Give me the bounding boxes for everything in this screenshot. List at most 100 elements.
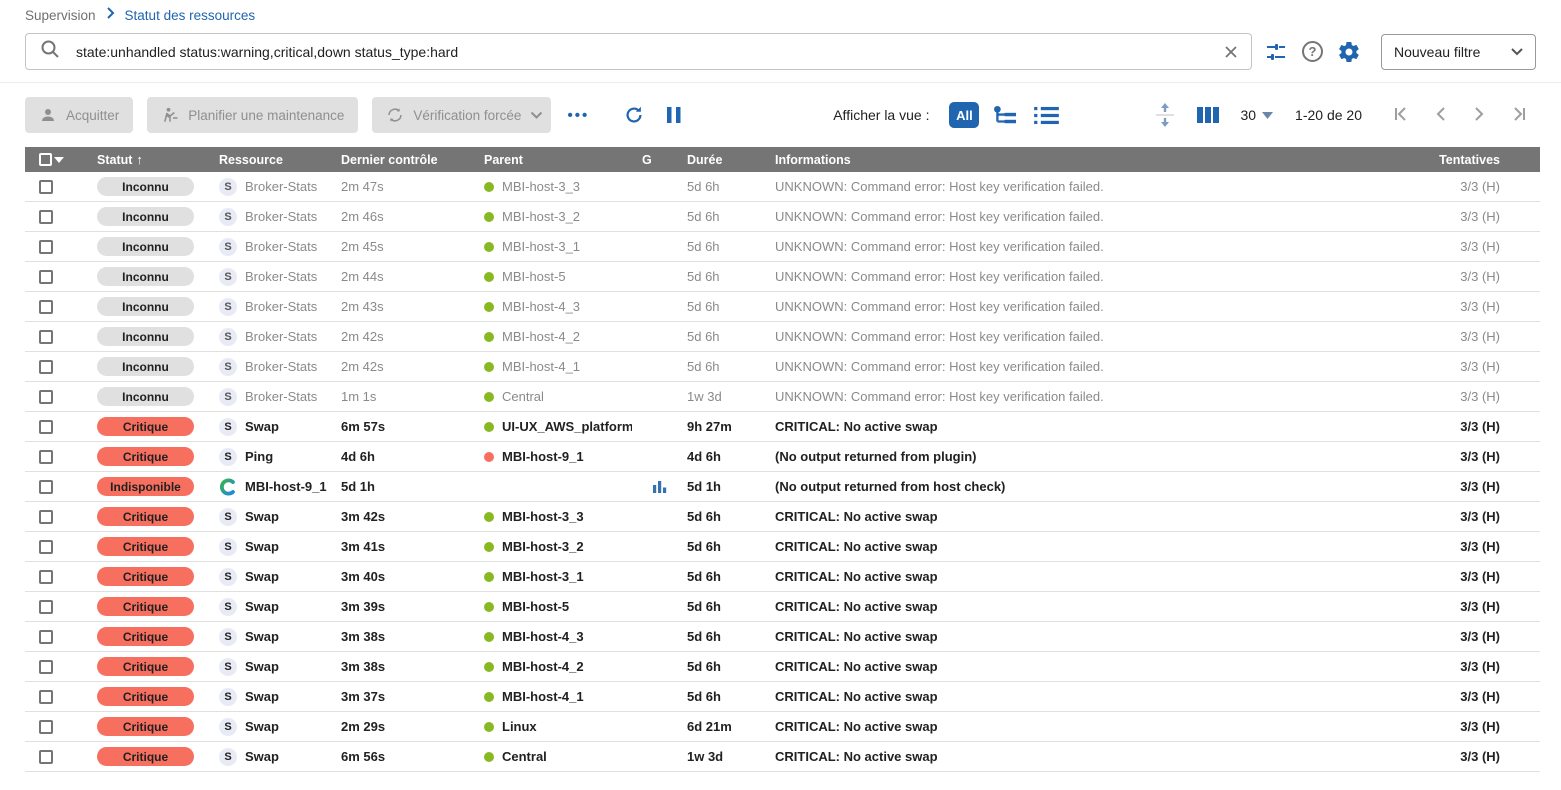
next-page-icon[interactable] bbox=[1460, 102, 1498, 129]
table-row[interactable]: CritiqueSSwap2m 29sLinux6d 21mCRITICAL: … bbox=[25, 712, 1540, 742]
settings-gear-icon[interactable] bbox=[1335, 38, 1363, 66]
header-tries[interactable]: Tentatives bbox=[1410, 153, 1540, 167]
first-page-icon[interactable] bbox=[1380, 102, 1422, 129]
refresh-icon[interactable] bbox=[621, 102, 647, 128]
resource-name[interactable]: Broker-Stats bbox=[245, 299, 317, 314]
tune-filter-icon[interactable] bbox=[1262, 38, 1290, 66]
resource-name[interactable]: Broker-Stats bbox=[245, 209, 317, 224]
table-row[interactable]: CritiqueSSwap6m 56sCentral1w 3dCRITICAL:… bbox=[25, 742, 1540, 772]
table-row[interactable]: CritiqueSSwap3m 37sMBI-host-4_15d 6hCRIT… bbox=[25, 682, 1540, 712]
header-resource[interactable]: Ressource bbox=[209, 153, 331, 167]
row-checkbox[interactable] bbox=[39, 270, 53, 284]
row-checkbox[interactable] bbox=[39, 630, 53, 644]
view-all-button[interactable]: All bbox=[949, 102, 979, 128]
resource-name[interactable]: Broker-Stats bbox=[245, 389, 317, 404]
table-row[interactable]: CritiqueSSwap3m 41sMBI-host-3_25d 6hCRIT… bbox=[25, 532, 1540, 562]
resource-name[interactable]: Swap bbox=[245, 629, 279, 644]
table-row[interactable]: CritiqueSSwap6m 57sUI-UX_AWS_platform9h … bbox=[25, 412, 1540, 442]
resource-name[interactable]: Swap bbox=[245, 719, 279, 734]
resource-name[interactable]: Swap bbox=[245, 509, 279, 524]
resource-name[interactable]: Swap bbox=[245, 569, 279, 584]
table-row[interactable]: CritiqueSPing4d 6hMBI-host-9_14d 6h(No o… bbox=[25, 442, 1540, 472]
table-row[interactable]: InconnuSBroker-Stats2m 45sMBI-host-3_15d… bbox=[25, 232, 1540, 262]
parent-name[interactable]: MBI-host-5 bbox=[502, 269, 566, 284]
row-density-icon[interactable] bbox=[1152, 100, 1178, 130]
table-row[interactable]: CritiqueSSwap3m 38sMBI-host-4_35d 6hCRIT… bbox=[25, 622, 1540, 652]
row-checkbox[interactable] bbox=[39, 660, 53, 674]
resource-name[interactable]: Swap bbox=[245, 749, 279, 764]
row-checkbox[interactable] bbox=[39, 450, 53, 464]
header-last-check[interactable]: Dernier contrôle bbox=[331, 153, 474, 167]
table-row[interactable]: InconnuSBroker-Stats2m 42sMBI-host-4_15d… bbox=[25, 352, 1540, 382]
prev-page-icon[interactable] bbox=[1422, 102, 1460, 129]
columns-icon[interactable] bbox=[1194, 103, 1222, 127]
header-parent[interactable]: Parent bbox=[474, 153, 632, 167]
saved-filter-select[interactable]: Nouveau filtre bbox=[1381, 34, 1536, 70]
help-icon[interactable]: ? bbox=[1300, 39, 1325, 64]
parent-name[interactable]: MBI-host-4_3 bbox=[502, 299, 580, 314]
resource-name[interactable]: Swap bbox=[245, 419, 279, 434]
header-status[interactable]: Statut ↑ bbox=[87, 152, 209, 167]
parent-name[interactable]: MBI-host-3_1 bbox=[502, 239, 580, 254]
header-information[interactable]: Informations bbox=[765, 153, 1410, 167]
resource-name[interactable]: Swap bbox=[245, 689, 279, 704]
table-row[interactable]: CritiqueSSwap3m 40sMBI-host-3_15d 6hCRIT… bbox=[25, 562, 1540, 592]
pause-icon[interactable] bbox=[663, 103, 685, 127]
parent-name[interactable]: MBI-host-3_2 bbox=[502, 209, 580, 224]
row-checkbox[interactable] bbox=[39, 690, 53, 704]
resource-name[interactable]: MBI-host-9_1 bbox=[245, 479, 327, 494]
table-row[interactable]: InconnuSBroker-Stats2m 43sMBI-host-4_35d… bbox=[25, 292, 1540, 322]
table-row[interactable]: CritiqueSSwap3m 42sMBI-host-3_35d 6hCRIT… bbox=[25, 502, 1540, 532]
row-checkbox[interactable] bbox=[39, 750, 53, 764]
breadcrumb-supervision[interactable]: Supervision bbox=[25, 8, 96, 23]
row-checkbox[interactable] bbox=[39, 240, 53, 254]
table-row[interactable]: InconnuSBroker-Stats2m 42sMBI-host-4_25d… bbox=[25, 322, 1540, 352]
list-view-icon[interactable] bbox=[1032, 104, 1061, 127]
clear-search-icon[interactable] bbox=[1221, 42, 1241, 62]
parent-name[interactable]: Linux bbox=[502, 719, 537, 734]
resource-name[interactable]: Swap bbox=[245, 539, 279, 554]
parent-name[interactable]: MBI-host-3_3 bbox=[502, 509, 584, 524]
forced-check-button[interactable]: Vérification forcée bbox=[372, 97, 551, 133]
row-checkbox[interactable] bbox=[39, 210, 53, 224]
breadcrumb-current-page[interactable]: Statut des ressources bbox=[125, 8, 256, 23]
table-row[interactable]: CritiqueSSwap3m 38sMBI-host-4_25d 6hCRIT… bbox=[25, 652, 1540, 682]
graph-icon[interactable] bbox=[652, 480, 668, 494]
more-actions-icon[interactable]: ••• bbox=[567, 107, 589, 124]
table-row[interactable]: IndisponibleMBI-host-9_15d 1h5d 1h(No ou… bbox=[25, 472, 1540, 502]
table-row[interactable]: InconnuSBroker-Stats2m 44sMBI-host-55d 6… bbox=[25, 262, 1540, 292]
row-checkbox[interactable] bbox=[39, 360, 53, 374]
resource-name[interactable]: Ping bbox=[245, 449, 273, 464]
header-graph[interactable]: G bbox=[632, 153, 677, 167]
rows-per-page-select[interactable]: 30 bbox=[1240, 107, 1273, 123]
select-all-checkbox[interactable] bbox=[39, 153, 52, 166]
row-checkbox[interactable] bbox=[39, 390, 53, 404]
row-checkbox[interactable] bbox=[39, 300, 53, 314]
row-checkbox[interactable] bbox=[39, 510, 53, 524]
row-checkbox[interactable] bbox=[39, 570, 53, 584]
row-checkbox[interactable] bbox=[39, 420, 53, 434]
resource-name[interactable]: Broker-Stats bbox=[245, 329, 317, 344]
search-input[interactable] bbox=[76, 44, 1221, 60]
acknowledge-button[interactable]: Acquitter bbox=[25, 97, 133, 133]
parent-name[interactable]: UI-UX_AWS_platform bbox=[502, 419, 632, 434]
row-checkbox[interactable] bbox=[39, 720, 53, 734]
parent-name[interactable]: MBI-host-3_2 bbox=[502, 539, 584, 554]
resource-name[interactable]: Broker-Stats bbox=[245, 269, 317, 284]
parent-name[interactable]: MBI-host-4_3 bbox=[502, 629, 584, 644]
parent-name[interactable]: MBI-host-4_2 bbox=[502, 659, 584, 674]
last-page-icon[interactable] bbox=[1498, 102, 1540, 129]
parent-name[interactable]: MBI-host-3_3 bbox=[502, 179, 580, 194]
parent-name[interactable]: MBI-host-4_1 bbox=[502, 689, 584, 704]
parent-name[interactable]: MBI-host-4_2 bbox=[502, 329, 580, 344]
table-row[interactable]: InconnuSBroker-Stats1m 1sCentral1w 3dUNK… bbox=[25, 382, 1540, 412]
search-box[interactable] bbox=[25, 33, 1252, 70]
select-menu-caret-icon[interactable] bbox=[54, 157, 64, 163]
resource-name[interactable]: Swap bbox=[245, 599, 279, 614]
resource-name[interactable]: Broker-Stats bbox=[245, 179, 317, 194]
row-checkbox[interactable] bbox=[39, 600, 53, 614]
parent-name[interactable]: MBI-host-9_1 bbox=[502, 449, 584, 464]
header-duration[interactable]: Durée bbox=[677, 153, 765, 167]
parent-name[interactable]: Central bbox=[502, 389, 544, 404]
row-checkbox[interactable] bbox=[39, 480, 53, 494]
